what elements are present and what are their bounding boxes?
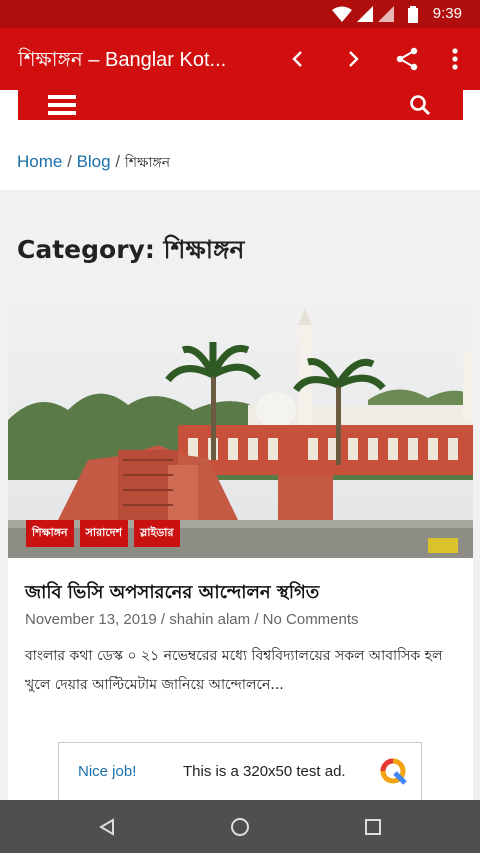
- breadcrumb-blog-link[interactable]: Blog: [77, 152, 111, 171]
- page-title: শিক্ষাঙ্গন – Banglar Kot...: [18, 49, 227, 71]
- post-excerpt: বাংলার কথা ডেস্ক ০ ২১ নভেম্বরের মধ্যে বি…: [25, 648, 443, 693]
- ad-logo-icon: [380, 758, 407, 785]
- meta-separator: /: [254, 611, 259, 628]
- app-toolbar: শিক্ষাঙ্গন – Banglar Kot...: [0, 28, 480, 90]
- recents-nav-icon: [365, 819, 381, 835]
- back-nav-icon: [99, 818, 114, 836]
- post-card[interactable]: শিক্ষাঙ্গন সারাদেশ স্লাইডার জাবি ভিসি অপ…: [8, 280, 473, 801]
- signal-icon: [357, 6, 373, 22]
- post-tags: শিক্ষাঙ্গন সারাদেশ স্লাইডার: [26, 520, 180, 547]
- wifi-icon: [332, 6, 352, 22]
- site-menu-bar: [18, 90, 463, 120]
- meta-separator: /: [160, 611, 166, 628]
- post-date[interactable]: November 13, 2019: [25, 611, 157, 628]
- signal-icon: [378, 6, 394, 22]
- nav-home-button[interactable]: [225, 812, 255, 842]
- tag-link[interactable]: সারাদেশ: [79, 520, 129, 547]
- post-featured-image[interactable]: [8, 280, 473, 558]
- chevron-left-icon: [292, 51, 302, 67]
- tag-link[interactable]: স্লাইডার: [134, 520, 180, 547]
- battery-icon: [408, 6, 418, 23]
- ad-message: This is a 320x50 test ad.: [183, 763, 346, 780]
- share-button[interactable]: [390, 42, 424, 76]
- overflow-menu-button[interactable]: [438, 42, 472, 76]
- breadcrumb: Home / Blog / শিক্ষাঙ্গন: [17, 151, 170, 175]
- system-nav-bar: [0, 800, 480, 853]
- home-nav-icon: [231, 818, 249, 836]
- more-vert-icon: [452, 48, 458, 70]
- clock: 9:39: [432, 5, 462, 22]
- post-comments[interactable]: No Comments: [263, 611, 359, 628]
- breadcrumb-separator: /: [115, 152, 121, 171]
- share-icon: [396, 47, 418, 71]
- status-bar: 9:39: [0, 0, 480, 28]
- tag-link[interactable]: শিক্ষাঙ্গন: [26, 520, 74, 547]
- search-icon[interactable]: [409, 94, 431, 116]
- category-title: Category: শিক্ষাঙ্গন: [17, 235, 245, 264]
- breadcrumb-current: শিক্ষাঙ্গন: [124, 154, 171, 170]
- content-area: Category: শিক্ষাঙ্গন শিক্ষাঙ্গন সারাদেশ …: [0, 190, 480, 801]
- post-author[interactable]: shahin alam: [169, 611, 250, 628]
- breadcrumb-separator: /: [67, 152, 72, 171]
- chevron-right-icon: [349, 51, 359, 67]
- test-ad-banner[interactable]: Nice job! This is a 320x50 test ad.: [58, 742, 422, 801]
- breadcrumb-home-link[interactable]: Home: [17, 152, 62, 171]
- post-meta: November 13, 2019 / shahin alam / No Com…: [25, 611, 359, 628]
- post-title-link[interactable]: জাবি ভিসি অপসারনের আন্দোলন স্থগিত: [25, 578, 319, 609]
- nav-back-button[interactable]: [92, 812, 122, 842]
- nav-recents-button[interactable]: [358, 812, 388, 842]
- back-button[interactable]: [281, 42, 315, 76]
- ad-label: Nice job!: [78, 763, 137, 780]
- forward-button[interactable]: [336, 42, 370, 76]
- hamburger-menu-icon[interactable]: [48, 93, 76, 117]
